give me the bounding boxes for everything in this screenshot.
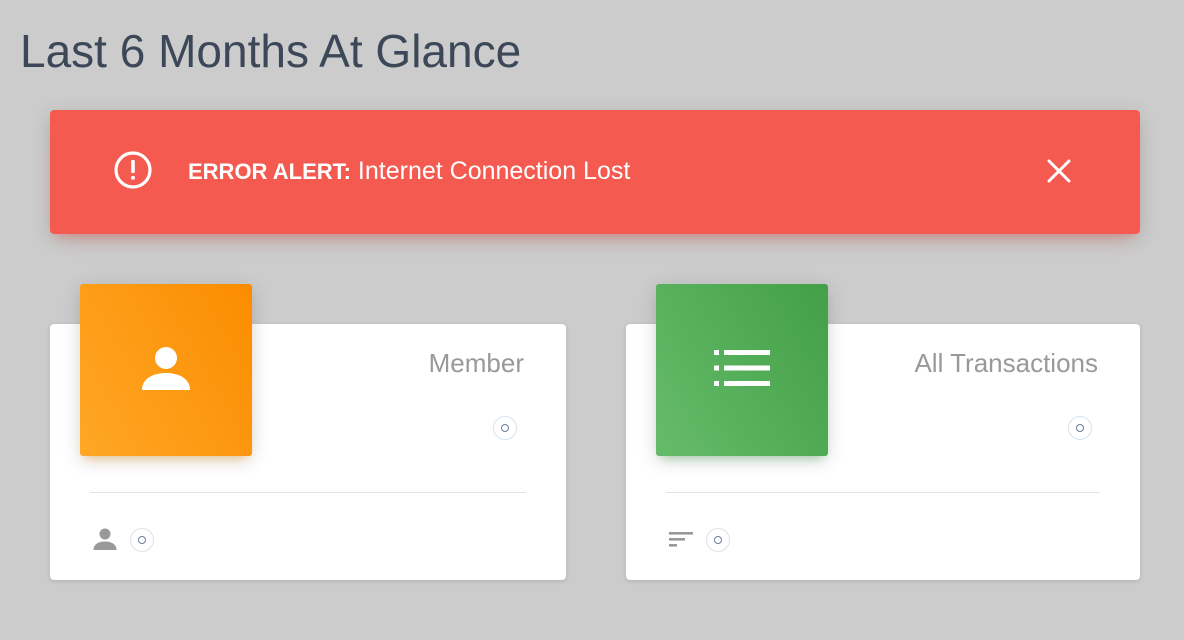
stats-card-transactions: All Transactions [626, 284, 1140, 580]
sort-icon [668, 526, 694, 552]
card-divider [666, 492, 1100, 493]
loading-spinner-icon [493, 416, 517, 440]
page-title: Last 6 Months At Glance [20, 25, 522, 77]
close-icon[interactable] [1044, 156, 1074, 186]
card-category: Member [428, 348, 524, 378]
loading-spinner-icon [130, 528, 154, 552]
page: Last 6 Months At Glance ERROR ALERT: Int… [0, 0, 1184, 640]
alert-label: ERROR ALERT: [188, 159, 351, 184]
alert-message-text: Internet Connection Lost [350, 157, 631, 185]
list-icon [714, 349, 770, 391]
loading-spinner-icon [1068, 416, 1092, 440]
card-divider [90, 492, 526, 493]
error-circle-icon [113, 150, 153, 190]
card-category: All Transactions [914, 348, 1098, 378]
card-icon-box [80, 284, 252, 456]
person-icon [140, 342, 192, 399]
person-icon [92, 526, 118, 552]
loading-spinner-icon [706, 528, 730, 552]
stats-card-member: Member [50, 284, 566, 580]
card-icon-box [656, 284, 828, 456]
error-alert: ERROR ALERT: Internet Connection Lost [50, 110, 1140, 234]
alert-message: ERROR ALERT: Internet Connection Lost [188, 156, 630, 187]
